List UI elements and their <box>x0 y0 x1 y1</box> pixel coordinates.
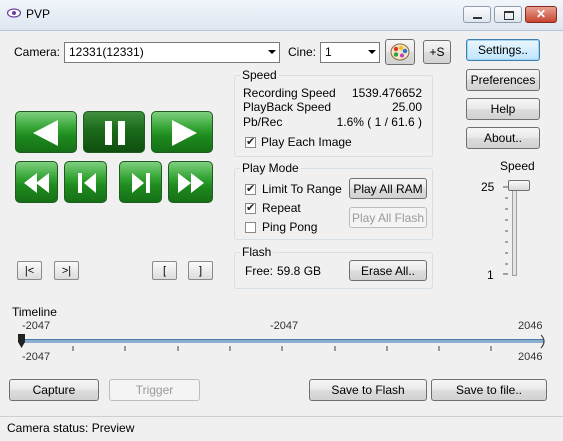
play-all-ram-button[interactable]: Play All RAM <box>349 178 427 199</box>
repeat-label: Repeat <box>262 201 301 215</box>
fast-backward-icon <box>24 173 49 193</box>
app-eye-icon <box>7 8 21 18</box>
go-to-first-button[interactable]: |< <box>17 261 42 280</box>
camera-label: Camera: <box>14 45 61 59</box>
ping-pong-label: Ping Pong <box>262 220 318 234</box>
pause-button[interactable] <box>83 111 145 153</box>
mark-in-button[interactable]: [ <box>152 261 177 280</box>
speed-slider-max-label: 25 <box>481 180 495 194</box>
erase-all-button[interactable]: Erase All.. <box>349 260 427 281</box>
status-text: Camera status: Preview <box>7 421 135 435</box>
step-backward-button[interactable] <box>64 161 107 203</box>
save-to-flash-button[interactable]: Save to Flash <box>309 379 427 401</box>
play-mode-title: Play Mode <box>240 161 301 175</box>
play-all-flash-button[interactable]: Play All Flash <box>349 207 427 228</box>
trigger-button[interactable]: Trigger <box>109 379 200 401</box>
minimize-button[interactable] <box>463 6 491 23</box>
play-forward-icon <box>172 120 197 146</box>
timeline-end-bottom: 2046 <box>518 351 543 363</box>
save-to-file-button[interactable]: Save to file.. <box>431 379 547 401</box>
help-button[interactable]: Help <box>466 98 540 120</box>
timeline-current: -2047 <box>270 320 299 332</box>
chevron-down-icon <box>368 50 376 54</box>
pb-rec-value: 1.6% ( 1 / 61.6 ) <box>336 115 422 129</box>
maximize-button[interactable] <box>494 6 522 23</box>
play-backward-icon <box>33 120 58 146</box>
speed-slider-thumb[interactable] <box>508 180 530 191</box>
palette-icon <box>390 43 410 61</box>
playback-speed-label: PlayBack Speed <box>243 100 332 114</box>
camera-select-value: 12331(12331) <box>69 45 144 59</box>
timeline-start-bottom: -2047 <box>22 351 51 363</box>
repeat-checkbox[interactable] <box>245 201 256 214</box>
flash-free-value: 59.8 GB <box>277 264 322 278</box>
window-title: PVP <box>26 7 51 21</box>
step-backward-icon <box>78 173 96 193</box>
mark-out-button[interactable]: ] <box>188 261 213 280</box>
play-forward-button[interactable] <box>151 111 213 153</box>
limit-to-range-label: Limit To Range <box>262 182 342 196</box>
close-icon: ✕ <box>535 7 547 21</box>
timeline-label: Timeline <box>12 305 57 319</box>
play-each-image-label: Play Each Image <box>261 135 352 149</box>
cine-label: Cine: <box>288 45 317 59</box>
preferences-button[interactable]: Preferences <box>466 69 540 91</box>
speed-slider-ticks <box>503 186 508 276</box>
camera-select[interactable]: 12331(12331) <box>64 42 280 63</box>
speed-slider-min-label: 1 <box>487 268 494 282</box>
cine-select-value: 1 <box>325 45 332 59</box>
flash-group-title: Flash <box>240 245 274 259</box>
recording-speed-value: 1539.476652 <box>351 86 422 100</box>
speed-group-title: Speed <box>240 68 279 82</box>
speed-slider-label: Speed <box>500 159 535 173</box>
capture-button[interactable]: Capture <box>9 379 99 401</box>
limit-to-range-checkbox[interactable] <box>245 182 256 195</box>
playback-speed-value: 25.00 <box>391 100 422 114</box>
fast-backward-button[interactable] <box>15 161 58 203</box>
chevron-down-icon <box>268 50 276 54</box>
cine-select[interactable]: 1 <box>320 42 380 63</box>
play-each-image-checkbox[interactable] <box>245 135 256 148</box>
timeline-ticks <box>72 346 492 351</box>
ping-pong-checkbox[interactable] <box>245 222 256 233</box>
timeline-end-top: 2046 <box>518 320 543 332</box>
fast-forward-icon <box>178 173 204 193</box>
about-button[interactable]: About.. <box>466 127 540 149</box>
flash-free-label: Free: <box>245 264 274 278</box>
timeline-start-top: -2047 <box>22 320 51 332</box>
settings-button[interactable]: Settings.. <box>466 39 540 61</box>
go-to-last-button[interactable]: >| <box>54 261 79 280</box>
step-forward-icon <box>132 173 150 193</box>
close-button[interactable]: ✕ <box>525 6 557 23</box>
color-palette-button[interactable] <box>385 39 415 65</box>
speed-slider-track[interactable] <box>512 184 517 276</box>
step-forward-button[interactable] <box>119 161 162 203</box>
timeline-track[interactable] <box>21 339 544 343</box>
play-backward-button[interactable] <box>15 111 77 153</box>
fast-forward-button[interactable] <box>168 161 213 203</box>
pb-rec-label: Pb/Rec <box>243 115 283 129</box>
recording-speed-label: Recording Speed <box>243 86 336 100</box>
status-bar: Camera status: Preview <box>0 416 563 441</box>
pause-icon <box>105 121 125 145</box>
plus-s-button[interactable]: +S <box>423 40 451 64</box>
